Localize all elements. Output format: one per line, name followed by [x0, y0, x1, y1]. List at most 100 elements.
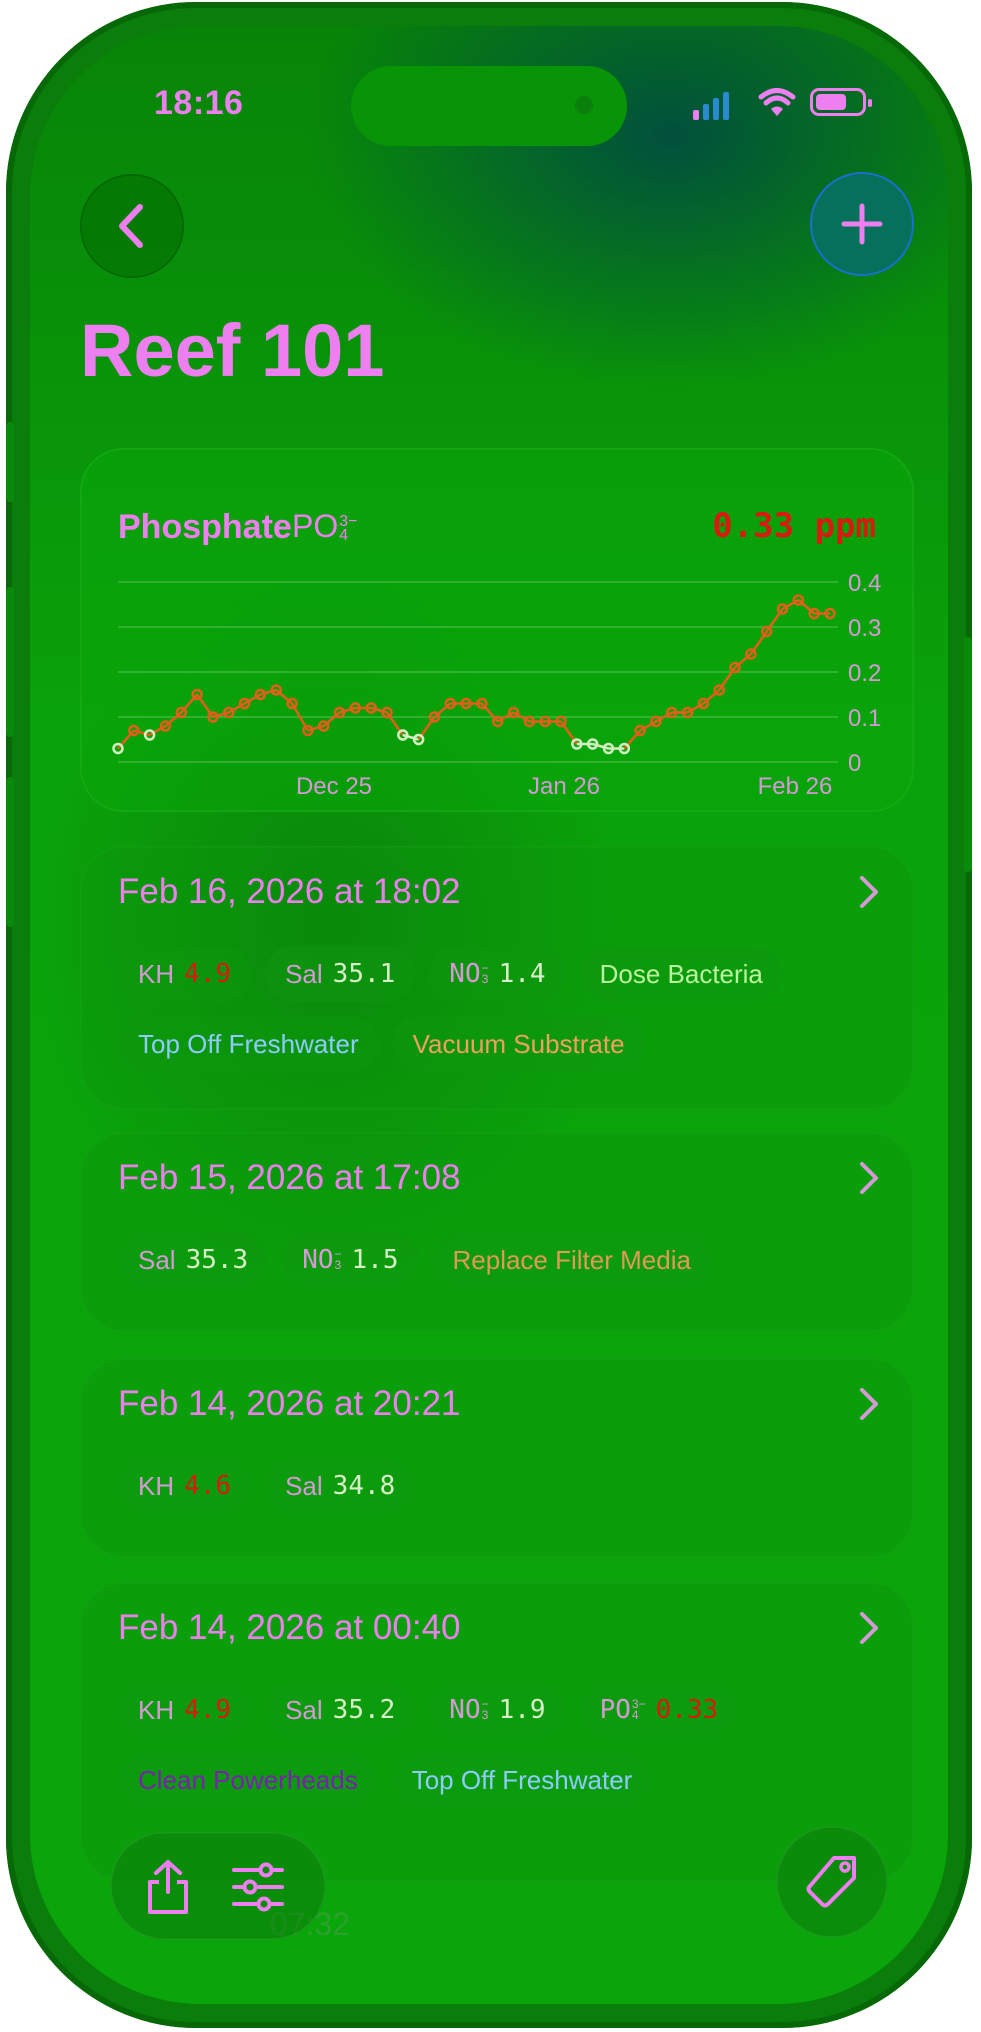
parameter-value: 1.4 — [498, 959, 546, 989]
parameter-chip: Sal 35.3 — [118, 1232, 269, 1288]
x-tick-label: Jan 26 — [528, 773, 600, 800]
parameter-value: 4.9 — [184, 1695, 232, 1725]
series-segment — [164, 711, 183, 727]
power-button — [964, 637, 972, 872]
parameter-value: 4.9 — [184, 959, 232, 989]
chevron-left-icon — [119, 204, 143, 248]
action-chip: Vacuum Substrate — [392, 1016, 645, 1072]
log-entry-card[interactable]: Feb 14, 2026 at 20:21 KH 4.6 Sal 34.8 — [80, 1358, 914, 1558]
x-tick-label: Dec 25 — [296, 773, 372, 800]
parameter-value: 4.6 — [184, 1471, 232, 1501]
parameter-label: Sal — [138, 1244, 176, 1275]
bottom-toolbar — [110, 1832, 326, 1940]
y-tick-label: 0.4 — [848, 570, 881, 597]
entry-date: Feb 14, 2026 at 20:21 — [118, 1384, 461, 1423]
parameter-chip: KH 4.9 — [118, 1682, 252, 1738]
formula-indices: −3 — [481, 961, 489, 986]
phone-frame: 18:16 Reef 101 Phosphate PO 3− 4 0.33 pp… — [6, 2, 972, 2028]
parameter-chip: NO −3 1.4 — [429, 946, 566, 1002]
back-button[interactable] — [80, 174, 184, 278]
parameter-value: 0.33 — [655, 1695, 719, 1725]
entry-tags: KH 4.6 Sal 34.8 — [118, 1458, 894, 1514]
formula-indices: 3− 4 — [631, 1697, 646, 1722]
parameter-label: PO — [599, 1695, 631, 1725]
parameter-chip: NO −3 1.9 — [429, 1682, 566, 1738]
open-entry-chevron[interactable] — [858, 1386, 880, 1427]
action-chip: Top Off Freshwater — [391, 1752, 653, 1808]
y-tick-label: 0.1 — [848, 705, 881, 732]
parameter-chip: Sal 35.2 — [265, 1682, 416, 1738]
series-segment — [702, 689, 721, 705]
chevron-right-icon — [860, 1162, 878, 1194]
wifi-icon — [758, 88, 796, 116]
tag-icon — [806, 1856, 856, 1908]
status-time: 18:16 — [154, 84, 244, 122]
plus-icon — [841, 203, 883, 245]
parameter-label: Sal — [285, 1694, 323, 1725]
entry-date: Feb 16, 2026 at 18:02 — [118, 872, 461, 911]
open-entry-chevron[interactable] — [858, 1160, 880, 1201]
parameter-chip: PO 3− 4 0.33 — [579, 1682, 739, 1738]
volume-down-button — [6, 777, 14, 927]
parameter-label: KH — [138, 1470, 175, 1501]
parameter-chip: KH 4.6 — [118, 1458, 252, 1514]
open-entry-chevron[interactable] — [858, 1610, 880, 1651]
parameter-chip: Sal 35.1 — [265, 946, 416, 1002]
entry-tags: Sal 35.3 NO −3 1.5 Replace Filter Media — [118, 1232, 894, 1288]
filter-sliders-icon[interactable] — [230, 1862, 286, 1912]
log-entry-card[interactable]: Feb 16, 2026 at 18:02 KH 4.9 Sal 35.1 NO −3 1.4… — [80, 846, 914, 1110]
entry-tags: KH 4.9 Sal 35.1 NO −3 1.4 Dose Bacteria Top Off … — [118, 946, 894, 1072]
action-chip: Dose Bacteria — [579, 946, 783, 1002]
mute-switch — [6, 422, 14, 502]
formula-indices: −3 — [481, 1697, 489, 1722]
chevron-right-icon — [860, 1612, 878, 1644]
entry-date: Feb 15, 2026 at 17:08 — [118, 1158, 461, 1197]
entry-date: Feb 14, 2026 at 00:40 — [118, 1608, 461, 1647]
phosphate-line-chart: 0.4 0.3 0.2 0.1 0 Dec 25 Jan 26 Feb 26 — [112, 570, 881, 800]
chevron-right-icon — [860, 1388, 878, 1420]
y-tick-label: 0.3 — [848, 615, 881, 642]
share-icon[interactable] — [142, 1858, 194, 1916]
screen: 18:16 Reef 101 Phosphate PO 3− 4 0.33 pp… — [30, 26, 948, 2004]
parameter-label: NO — [449, 1695, 481, 1725]
open-entry-chevron[interactable] — [858, 874, 880, 915]
series-segment — [734, 653, 752, 669]
parameter-value: 35.2 — [332, 1695, 396, 1725]
parameter-label: Sal — [285, 958, 323, 989]
series-segment — [322, 711, 341, 727]
tags-button[interactable] — [776, 1826, 888, 1938]
action-chip: Clean Powerheads — [118, 1752, 378, 1808]
parameter-label: NO — [449, 959, 481, 989]
camera-icon — [575, 96, 593, 114]
cellular-signal-icon — [693, 92, 729, 120]
action-chip: Replace Filter Media — [432, 1232, 711, 1288]
dynamic-island — [351, 66, 627, 146]
series-segment — [275, 689, 293, 705]
x-tick-label: Feb 26 — [758, 773, 833, 800]
parameter-value: 35.1 — [332, 959, 396, 989]
parameter-value: 1.9 — [498, 1695, 546, 1725]
page-title: Reef 101 — [80, 309, 385, 392]
phosphate-chart-card[interactable]: Phosphate PO 3− 4 0.33 ppm 0.4 0.3 0.2 0.1 0 De… — [80, 448, 914, 812]
parameter-label: KH — [138, 958, 175, 989]
parameter-value: 35.3 — [185, 1245, 249, 1275]
formula-indices: −3 — [334, 1247, 342, 1272]
entry-tags: KH 4.9 Sal 35.2 NO −3 1.9 PO 3− 4 0.33 Clean Powerh… — [118, 1682, 894, 1808]
parameter-value: 34.8 — [332, 1471, 396, 1501]
chevron-right-icon — [860, 876, 878, 908]
add-entry-button[interactable] — [810, 172, 914, 276]
parameter-value: 1.5 — [351, 1245, 399, 1275]
y-tick-label: 0.2 — [848, 660, 881, 687]
volume-up-button — [6, 587, 14, 737]
parameter-chip: KH 4.9 — [118, 946, 252, 1002]
parameter-label: Sal — [285, 1470, 323, 1501]
parameter-chip: NO −3 1.5 — [282, 1232, 419, 1288]
series-segment — [433, 702, 452, 718]
parameter-chip: Sal 34.8 — [265, 1458, 416, 1514]
parameter-label: NO — [302, 1245, 334, 1275]
series-segment — [797, 599, 815, 615]
battery-icon — [810, 88, 872, 116]
y-tick-label: 0 — [848, 750, 861, 777]
log-entry-card[interactable]: Feb 15, 2026 at 17:08 Sal 35.3 NO −3 1.5 Repla… — [80, 1132, 914, 1332]
action-chip: Top Off Freshwater — [118, 1016, 379, 1072]
